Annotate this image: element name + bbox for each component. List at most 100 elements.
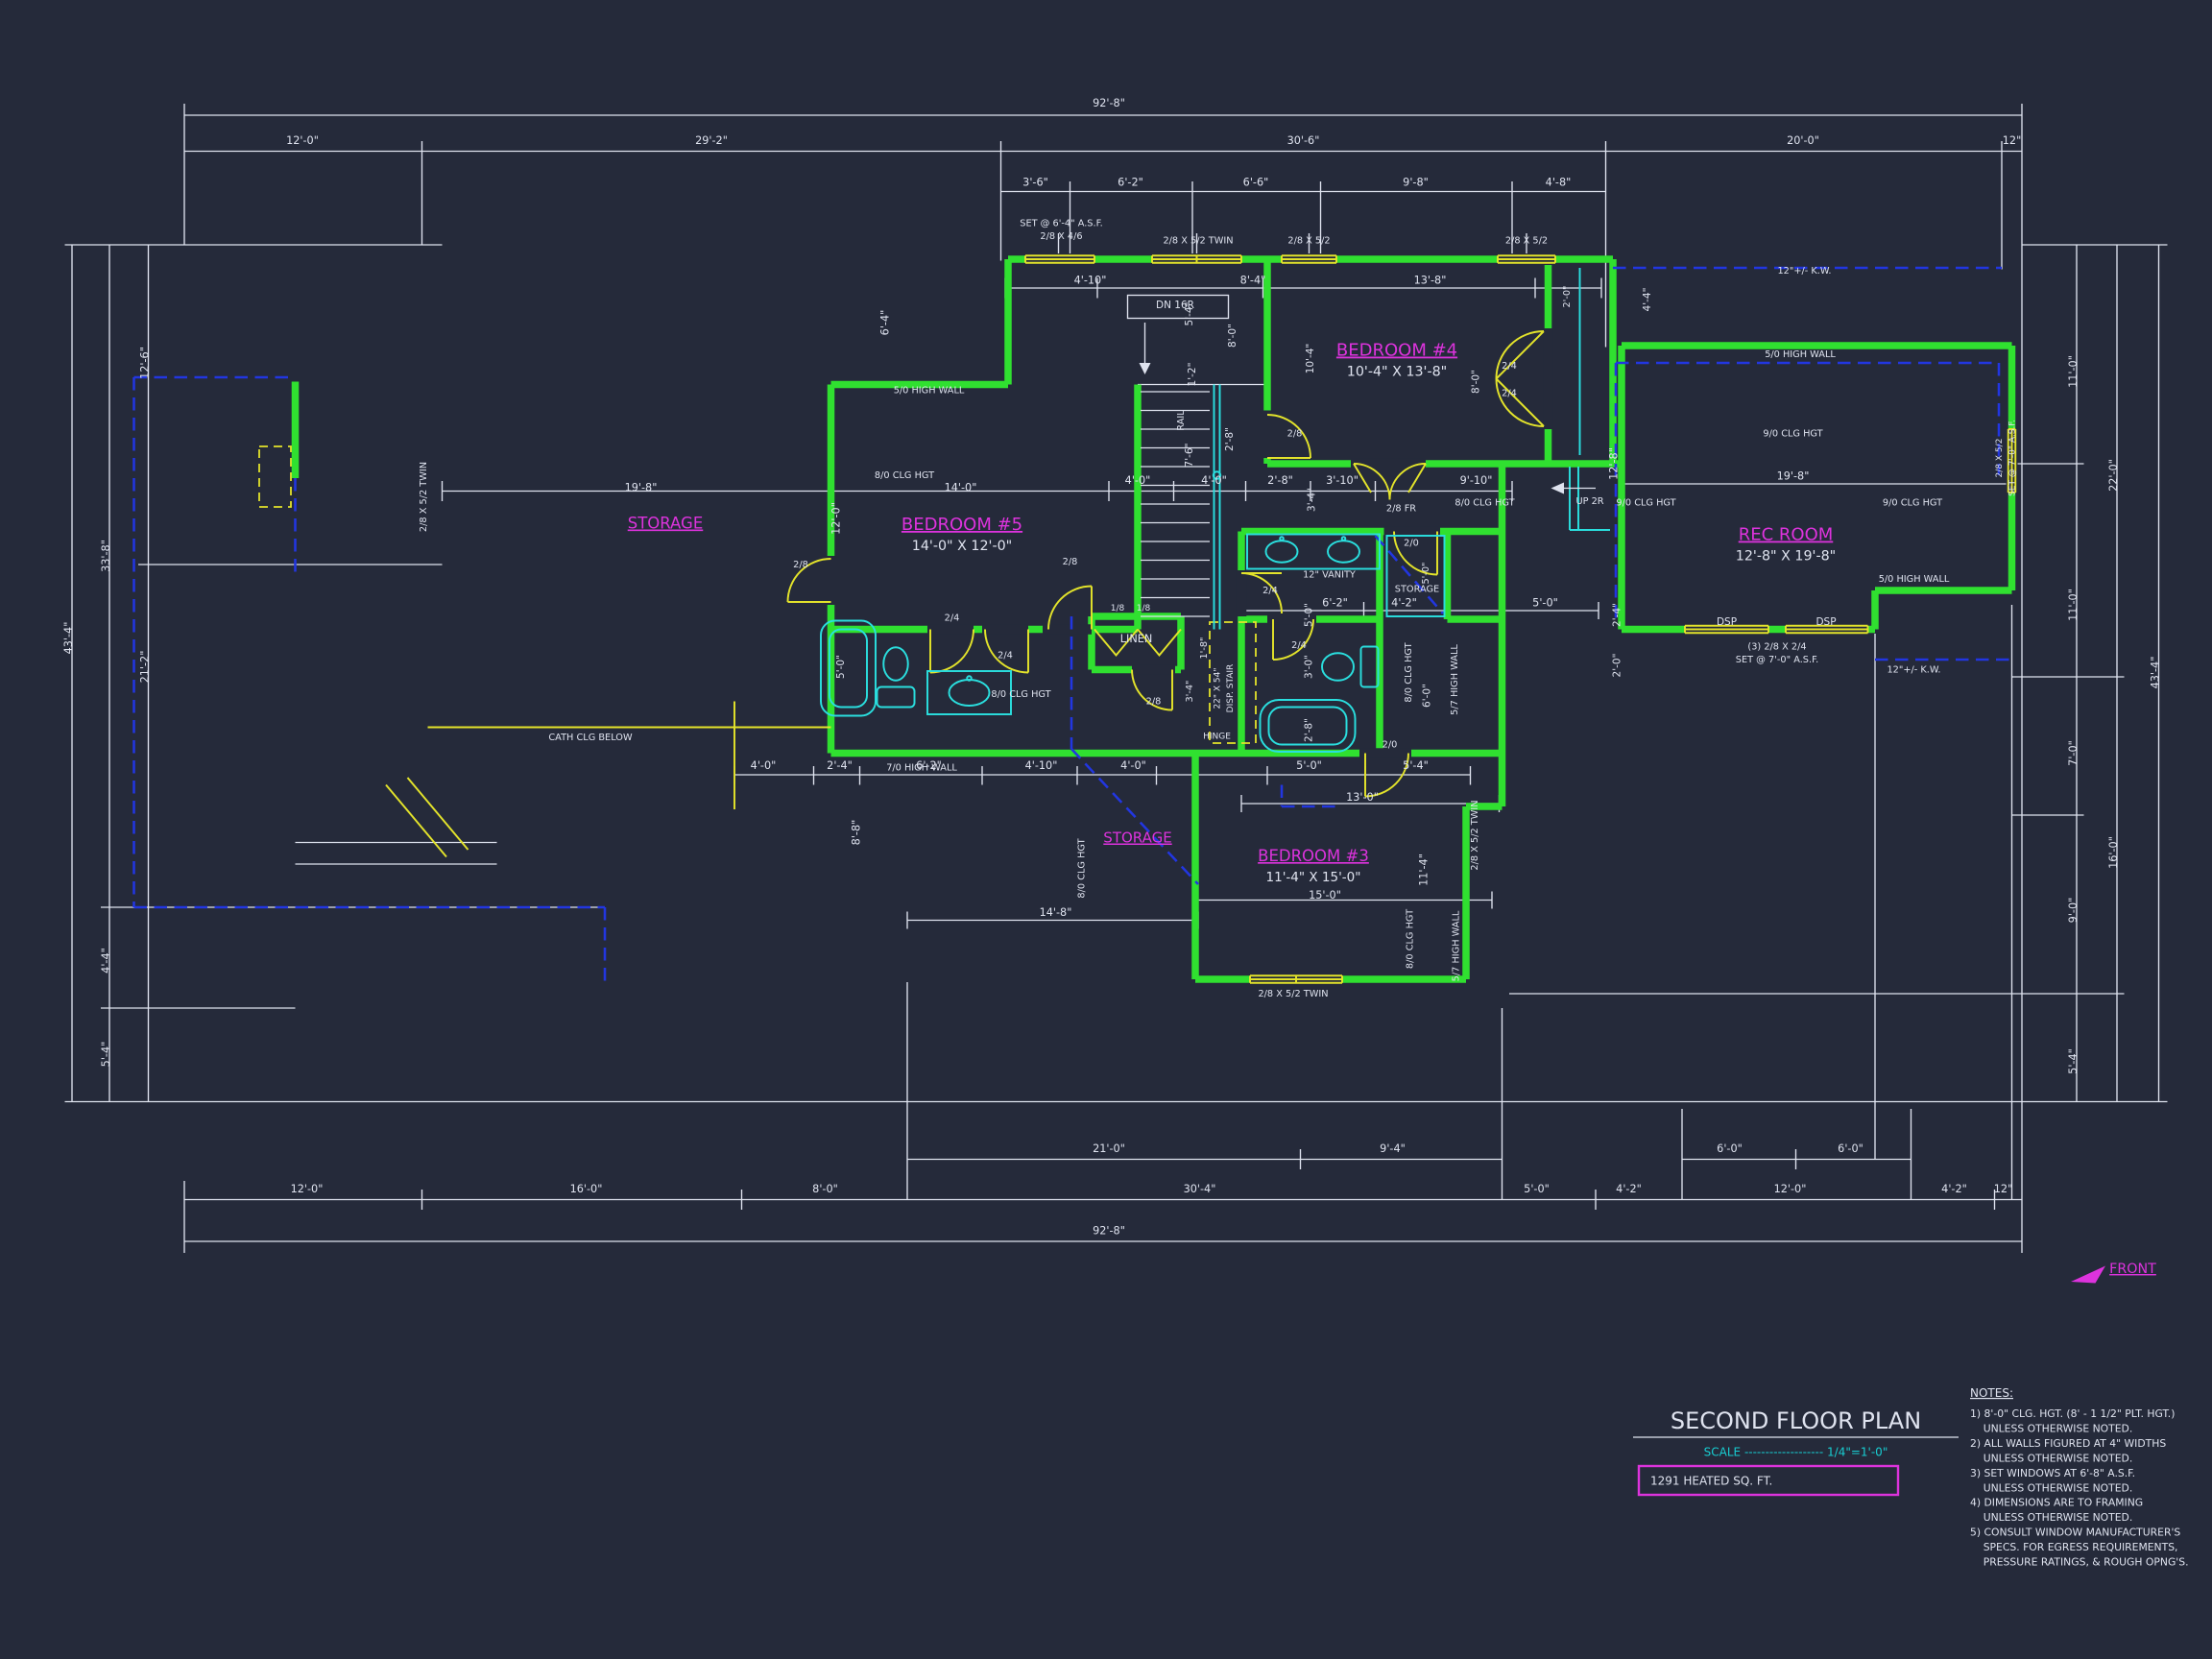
dimension-label: 5'-4" (100, 1042, 112, 1068)
ceiling-label: 8/0 CLG HGT (991, 689, 1050, 700)
dimension-label: 12'-8" (1608, 447, 1621, 480)
dimension-label: 5'-0" (1524, 1183, 1550, 1195)
dimension-label: 13'-0" (1346, 791, 1379, 804)
dimension-label: 4'-4" (1642, 288, 1653, 312)
dimension-label: 4'-0" (1120, 759, 1146, 772)
door-label: 1/8 (1111, 604, 1125, 613)
dimension-label: 6'-2" (1322, 597, 1348, 610)
note-line: UNLESS OTHERWISE NOTED. (1970, 1481, 2132, 1494)
note-line: UNLESS OTHERWISE NOTED. (1970, 1511, 2132, 1524)
dimension-label: 30'-6" (1287, 134, 1320, 147)
ceiling-label: 8/0 CLG HGT (875, 470, 934, 481)
door-label: 2/0 (1404, 539, 1419, 549)
ceiling-label: 5/7 HIGH WALL (1450, 644, 1460, 715)
notes-body: 1) 8'-0" CLG. HGT. (8' - 1 1/2" PLT. HGT… (1970, 1407, 2189, 1569)
window-label: SET @ 7'-0" A.S.F. (2008, 420, 2018, 496)
toilet (883, 647, 908, 681)
dimension-label: 4'-4" (100, 948, 112, 974)
dimension-label: 2'-8" (1267, 474, 1293, 487)
stair-label: HINGE (1203, 733, 1231, 742)
dimension-label: 5'-0" (835, 655, 847, 679)
fixtures (821, 268, 1580, 752)
door-label: 2/4 (1502, 389, 1517, 399)
room-label: STORAGE (1103, 830, 1171, 847)
notes-block: NOTES: 1) 8'-0" CLG. HGT. (8' - 1 1/2" P… (1970, 1386, 2189, 1569)
stair-rail (1214, 385, 1220, 630)
note-line: SPECS. FOR EGRESS REQUIREMENTS, (1970, 1541, 2177, 1553)
floor-plan-sheet: 92'-8"12'-0"29'-2"30'-6"20'-0"12"3'-6"6'… (0, 0, 2212, 1659)
dimension-label: 9'-10" (1460, 474, 1493, 487)
ceiling-label: 5/0 HIGH WALL (894, 386, 965, 397)
window-label: 2/8 X 5/2 (1287, 236, 1330, 247)
door-label: 2/0 (1382, 740, 1398, 751)
room-size-label: 10'-4" X 13'-8" (1347, 365, 1447, 380)
dimension-label: 12'-0" (291, 1183, 324, 1195)
dimension-label: 10'-4" (1305, 344, 1316, 374)
dimension-label: 2'-4" (827, 759, 853, 772)
dimension-label: 13'-8" (1414, 275, 1447, 287)
ceiling-label: 12"+/- K.W. (1777, 266, 1831, 276)
ceiling-label: 5/7 HIGH WALL (1452, 910, 1462, 981)
door-label: 2/4 (1262, 586, 1278, 596)
stair-down-arrow (1140, 363, 1151, 374)
dimension-label: 12" (1994, 1183, 2013, 1195)
dimension-label: 7'-0" (2067, 740, 2080, 766)
dimension-label: 2'-8" (1224, 427, 1236, 451)
dimension-label: 43'-4" (62, 622, 75, 655)
dimension-label: 5'-0" (1532, 597, 1558, 610)
dimension-label: 6'-0" (1717, 1142, 1743, 1155)
dimension-label: 4'-2" (1616, 1183, 1642, 1195)
window-label: 2/8 X 5/2 TWIN (1258, 989, 1328, 999)
window-label: 2/8 X 5/2 (1505, 236, 1548, 247)
stair-label: DISP. STAIR (1226, 664, 1236, 713)
dimension-label: 4'-2" (1941, 1183, 1967, 1195)
dimension-label: 6'-2" (1118, 177, 1143, 189)
dimension-label: 14'-8" (1040, 906, 1072, 919)
note-line: 3) SET WINDOWS AT 6'-8" A.S.F. (1970, 1467, 2135, 1479)
room-label: BEDROOM #4 (1336, 341, 1457, 361)
dimension-label: 4'-0" (1201, 474, 1227, 487)
dimension-lines (65, 104, 2168, 1253)
room-size-label: 14'-0" X 12'-0" (912, 539, 1012, 554)
dimension-label: 6'-0" (1422, 684, 1433, 708)
ceiling-label: 8/0 CLG HGT (1406, 909, 1416, 969)
sqft-label: 1291 HEATED SQ. FT. (1650, 1475, 1772, 1488)
dimension-label: 6'-6" (1243, 177, 1269, 189)
dimension-label: 21'-2" (139, 651, 152, 684)
page-title: SECOND FLOOR PLAN (1671, 1407, 1921, 1434)
door-label: 2/8 FR (1386, 504, 1416, 515)
room-size-label: 11'-4" X 15'-0" (1266, 870, 1361, 885)
dimension-label: 8'-0" (1471, 370, 1482, 394)
dimension-label: 4'-0" (751, 759, 777, 772)
dimension-label: 1'-2" (1187, 363, 1198, 387)
dimension-label: 5'-4" (1184, 302, 1195, 326)
note-line: 1) 8'-0" CLG. HGT. (8' - 1 1/2" PLT. HGT… (1970, 1407, 2175, 1420)
door-label: 2/4 (1291, 640, 1307, 651)
dimension-label: 14'-0" (945, 482, 977, 494)
ceiling-label: 12"+/- K.W. (1887, 665, 1940, 676)
dimension-label: 12'-0" (830, 502, 843, 535)
feature-label: STORAGE (1395, 585, 1439, 595)
floor-plan-canvas: 92'-8"12'-0"29'-2"30'-6"20'-0"12"3'-6"6'… (0, 0, 2212, 1659)
dimension-label: 92'-8" (1093, 97, 1125, 109)
dimension-label: 5'-0" (1421, 562, 1431, 584)
window-label: 2/8 X 5/2 (1995, 439, 2005, 478)
up-arrow (1551, 483, 1565, 494)
dimension-label: 11'-4" (1418, 854, 1431, 886)
dimension-label: 8'-8" (851, 820, 863, 846)
dimension-label: 16'-0" (570, 1183, 603, 1195)
dimension-label: 2'-0" (1562, 285, 1573, 307)
ceiling-label: 9/0 CLG HGT (1763, 429, 1822, 440)
note-line: UNLESS OTHERWISE NOTED. (1970, 1422, 2132, 1434)
front-arrow-icon (2071, 1266, 2105, 1284)
door-label: 2/8 (1287, 429, 1303, 440)
dimension-label: 2'-0" (1612, 654, 1623, 678)
ceiling-label: 5/0 HIGH WALL (1879, 574, 1950, 585)
dimension-label: 2'-4" (1612, 603, 1623, 627)
dimension-label: 7'-6" (1184, 444, 1195, 468)
dimension-label: 19'-8" (1777, 470, 1810, 483)
door-label: 2/4 (1502, 361, 1517, 372)
stair-label: 22" X 54" (1214, 667, 1223, 709)
dimension-label: 19'-8" (625, 482, 658, 494)
dimension-label: 4'-10" (1025, 759, 1058, 772)
